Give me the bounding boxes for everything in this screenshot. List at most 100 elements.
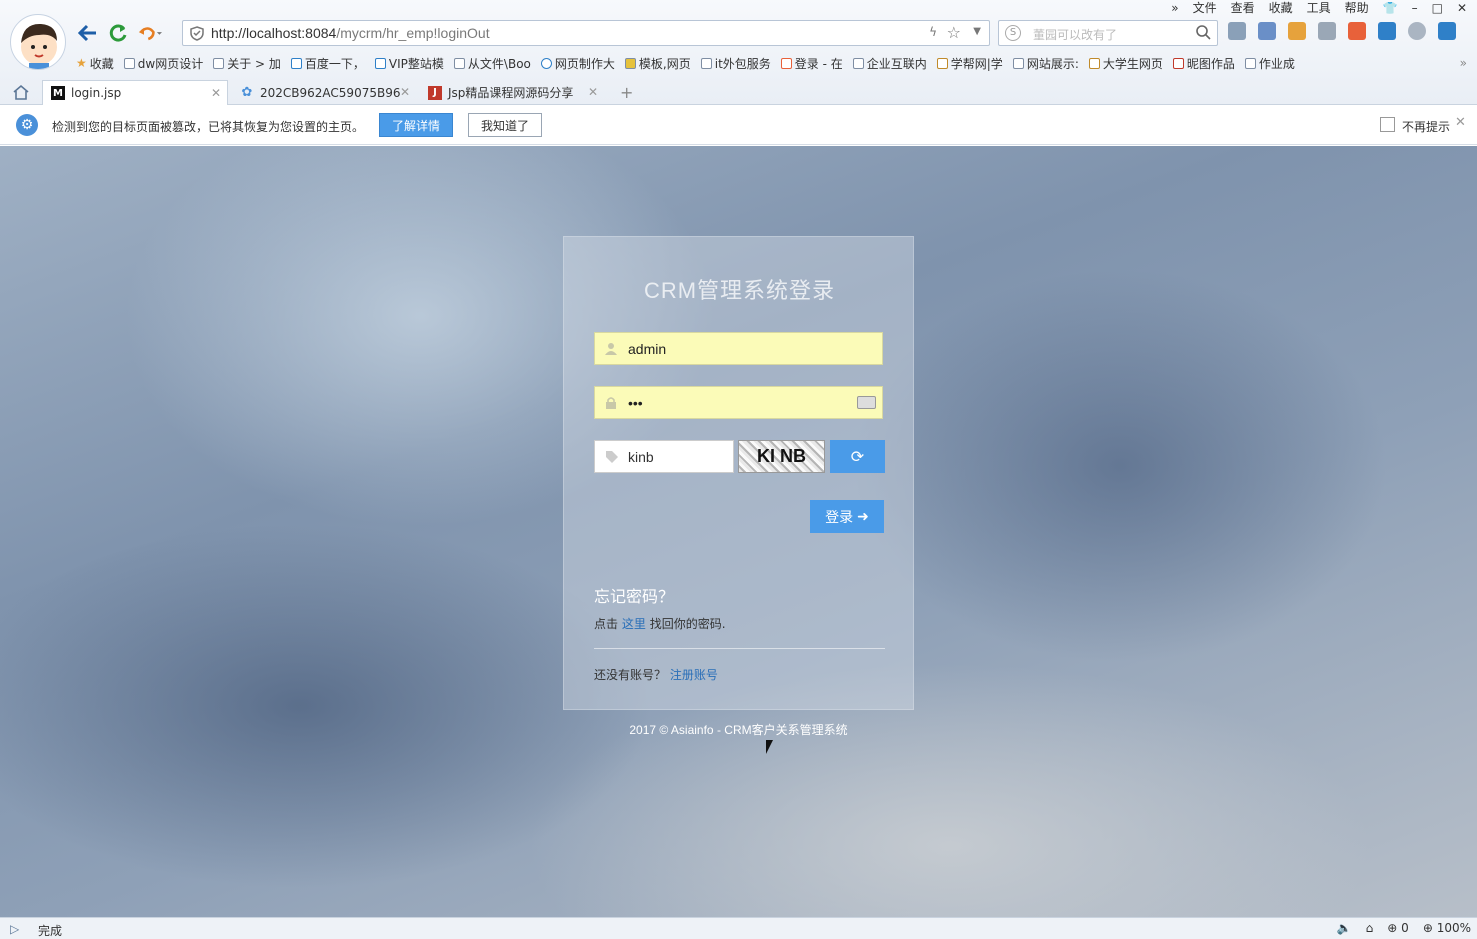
keyboard-icon[interactable] (857, 396, 876, 409)
browser-chrome: » 文件 查看 收藏 工具 帮助 👕 – □ ✕ http://localhos… (0, 0, 1477, 105)
login-button[interactable]: 登录 ➜ (810, 500, 884, 533)
close-icon[interactable]: ✕ (211, 86, 221, 100)
tag-icon (605, 450, 619, 467)
address-bar[interactable]: http://localhost:8084/mycrm/hr_emp!login… (182, 20, 990, 46)
home-icon[interactable] (12, 84, 30, 103)
ball-icon[interactable] (1408, 22, 1426, 40)
bookmark-item[interactable]: 学帮网|学 (936, 54, 1003, 72)
password-field[interactable]: ••• (594, 386, 883, 419)
captcha-input[interactable]: kinb (594, 440, 734, 473)
got-it-button[interactable]: 我知道了 (468, 113, 542, 137)
tab-label: 202CB962AC59075B96 (260, 85, 401, 100)
forgot-link[interactable]: 这里 (622, 617, 646, 631)
bookmark-item[interactable]: ★ 收藏 (76, 54, 114, 72)
volume-icon[interactable]: 🔈 (1337, 921, 1352, 935)
screenshot-icon[interactable] (1258, 22, 1276, 40)
download-icon[interactable] (1438, 22, 1456, 40)
url-host: http://localhost:8084 (211, 25, 337, 41)
download-count[interactable]: ⊕ 0 (1387, 921, 1409, 935)
new-tab-icon[interactable]: + (620, 83, 633, 102)
username-value: admin (628, 341, 667, 357)
page-icon (123, 57, 135, 69)
magnifier-icon[interactable] (1378, 22, 1396, 40)
login-page: CRM管理系统登录 admin ••• kinb KI NB ⟳ 登录 ➜ 忘记… (0, 146, 1477, 917)
bookmark-item[interactable]: 昵图作品 (1172, 54, 1235, 72)
lightning-icon[interactable]: ϟ (929, 25, 937, 39)
translate-icon[interactable] (1288, 22, 1306, 40)
register-link[interactable]: 注册账号 (670, 668, 718, 682)
forgot-title: 忘记密码？ (594, 587, 675, 606)
back-icon[interactable] (76, 22, 100, 44)
paw-icon (290, 57, 302, 69)
notification-bar: ⚙ 检测到您的目标页面被篡改，已将其恢复为您设置的主页。 了解详情 我知道了 不… (0, 105, 1477, 145)
close-icon[interactable]: ✕ (588, 85, 598, 99)
login-panel: CRM管理系统登录 admin ••• kinb KI NB ⟳ 登录 ➜ 忘记… (563, 236, 914, 710)
menu-bar: » 文件 查看 收藏 工具 帮助 👕 – □ ✕ (1171, 0, 1467, 16)
page-icon (780, 57, 792, 69)
page-icon (1012, 57, 1024, 69)
user-avatar[interactable] (10, 14, 66, 70)
template-icon (624, 57, 636, 69)
bookmark-item[interactable]: 模板,网页 (624, 54, 691, 72)
bookmark-item[interactable]: 登录 - 在 (780, 54, 843, 72)
bookmark-item[interactable]: 网页制作大 (540, 54, 615, 72)
bookmark-item[interactable]: 关于 > 加 (213, 54, 281, 72)
gear-icon: ⚙ (16, 114, 38, 136)
menu-view[interactable]: 查看 (1231, 0, 1255, 16)
tab-hash[interactable]: ✿ 202CB962AC59075B96 ✕ (232, 80, 416, 105)
close-icon[interactable]: ✕ (400, 85, 410, 99)
star-icon[interactable]: ☆ (947, 23, 961, 42)
bookmark-item[interactable]: 从文件\Boo (453, 54, 531, 72)
bookmark-item[interactable]: 百度一下， (290, 54, 365, 72)
captcha-image[interactable]: KI NB (738, 440, 825, 473)
scissors-icon[interactable] (1228, 22, 1246, 40)
bookmark-item[interactable]: dw网页设计 (123, 54, 203, 72)
menu-file[interactable]: 文件 (1193, 0, 1217, 16)
toolbox-icon[interactable]: ⌂ (1366, 921, 1374, 935)
sidebar-toggle-icon[interactable]: ▷ (10, 922, 19, 936)
search-placeholder[interactable]: 董园可以改有了 (1033, 26, 1117, 43)
refresh-captcha-button[interactable]: ⟳ (830, 440, 885, 473)
bookmarks-bar: ★ 收藏 dw网页设计 关于 > 加 百度一下， VIP整站模 从文件\Boo 网… (76, 54, 1295, 72)
close-icon[interactable]: ✕ (1457, 0, 1467, 16)
maximize-icon[interactable]: □ (1432, 0, 1443, 16)
ts-icon[interactable] (1348, 22, 1366, 40)
search-engine-icon[interactable]: S (1005, 25, 1021, 41)
dont-show-checkbox[interactable] (1380, 117, 1395, 132)
chevron-down-icon[interactable]: ▼ (973, 26, 981, 37)
toolbar-icons (1228, 22, 1456, 40)
tab-favicon: J (428, 85, 442, 100)
tab-login[interactable]: M login.jsp ✕ (42, 80, 228, 105)
menu-favorites[interactable]: 收藏 (1269, 0, 1293, 16)
bookmarks-overflow-icon[interactable]: » (1460, 56, 1467, 70)
refresh-icon: ⟳ (850, 447, 865, 466)
menu-help[interactable]: 帮助 (1345, 0, 1369, 16)
menu-more[interactable]: » (1171, 0, 1178, 16)
login-label: 登录 (825, 509, 854, 526)
arrow-right-circle-icon: ➜ (857, 508, 869, 525)
close-icon[interactable]: ✕ (1455, 115, 1466, 130)
username-field[interactable]: admin (594, 332, 883, 365)
url-text[interactable]: http://localhost:8084/mycrm/hr_emp!login… (211, 25, 490, 41)
bookmark-item[interactable]: 作业成 (1244, 54, 1295, 72)
forgot-hint: 点击 这里 找回你的密码. (594, 617, 726, 631)
bookmark-item[interactable]: 网站展示: (1012, 54, 1079, 72)
puzzle-icon[interactable] (1318, 22, 1336, 40)
menu-tools[interactable]: 工具 (1307, 0, 1331, 16)
bookmark-item[interactable]: VIP整站模 (374, 54, 444, 72)
shirt-icon[interactable]: 👕 (1383, 0, 1398, 16)
learn-more-button[interactable]: 了解详情 (379, 113, 453, 137)
tab-label: Jsp精品课程网源码分享 (448, 86, 574, 100)
refresh-icon[interactable] (106, 22, 130, 44)
bookmark-item[interactable]: 大学生网页 (1088, 54, 1163, 72)
search-icon[interactable] (1195, 24, 1211, 43)
register-hint: 还没有账号？ 注册账号 (594, 668, 718, 682)
bookmark-item[interactable]: 企业互联内 (852, 54, 927, 72)
minimize-icon[interactable]: – (1412, 0, 1418, 16)
undo-icon[interactable] (138, 22, 162, 44)
search-box[interactable]: S 董园可以改有了 (998, 20, 1218, 46)
browser-window: » 文件 查看 收藏 工具 帮助 👕 – □ ✕ http://localhos… (0, 0, 1477, 939)
tab-jsp[interactable]: J Jsp精品课程网源码分享 ✕ (420, 80, 604, 105)
zoom-level[interactable]: ⊕ 100% (1423, 921, 1471, 935)
bookmark-item[interactable]: it外包服务 (700, 54, 771, 72)
